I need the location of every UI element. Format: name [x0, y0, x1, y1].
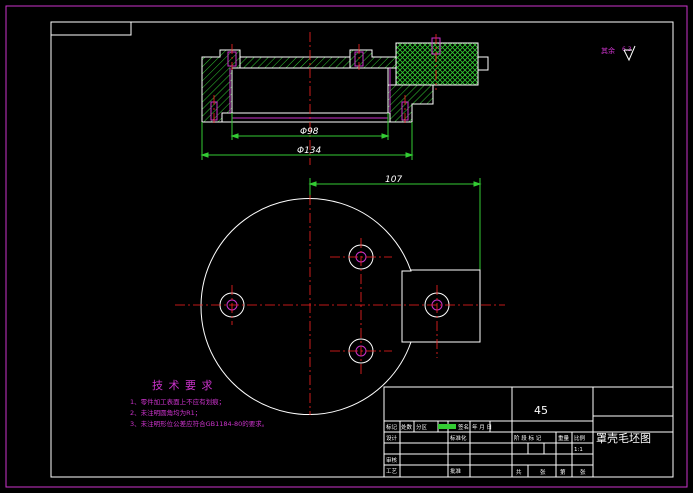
stage-header: 比例: [574, 434, 586, 442]
sheet-info: 第: [560, 468, 566, 476]
rev-header: 签名: [458, 423, 469, 431]
sheet-info: 张: [540, 468, 546, 476]
role-mid-label: 标准化: [450, 434, 467, 442]
rev-header: 标记: [386, 423, 398, 431]
stage-header: 重量: [558, 434, 570, 442]
roughness-label: 其余: [601, 46, 615, 55]
scale-value: 1:1: [574, 447, 583, 453]
rev-header: 分区: [416, 423, 428, 431]
drawing-title: 罩壳毛坯图: [596, 431, 651, 445]
sheet-info: 张: [580, 468, 586, 476]
material-value: 45: [534, 404, 548, 417]
role-mid-label: 批准: [450, 467, 462, 475]
role-label: 审核: [386, 456, 398, 464]
dim-inner-diameter: Φ98: [300, 127, 319, 137]
stage-header: 阶 段 标 记: [514, 434, 542, 442]
tech-item: 2、未注明圆角均为R1；: [130, 408, 201, 417]
rev-header: 处数: [401, 423, 413, 431]
tech-item: 1、零件加工表面上不应有划痕；: [130, 397, 225, 406]
cad-drawing: 其余 6.3: [0, 0, 693, 493]
role-label: 工艺: [386, 468, 398, 475]
tech-item: 3、未注明形位公差应符合GB1184-80的要求。: [130, 419, 268, 428]
dim-outer-diameter: Φ134: [297, 146, 322, 156]
dim-offset: 107: [385, 175, 402, 185]
rev-header: 年 月 日: [472, 423, 492, 431]
role-label: 设计: [386, 434, 398, 442]
tech-title: 技 术 要 求: [152, 379, 214, 392]
sheet-info: 共: [516, 468, 522, 476]
